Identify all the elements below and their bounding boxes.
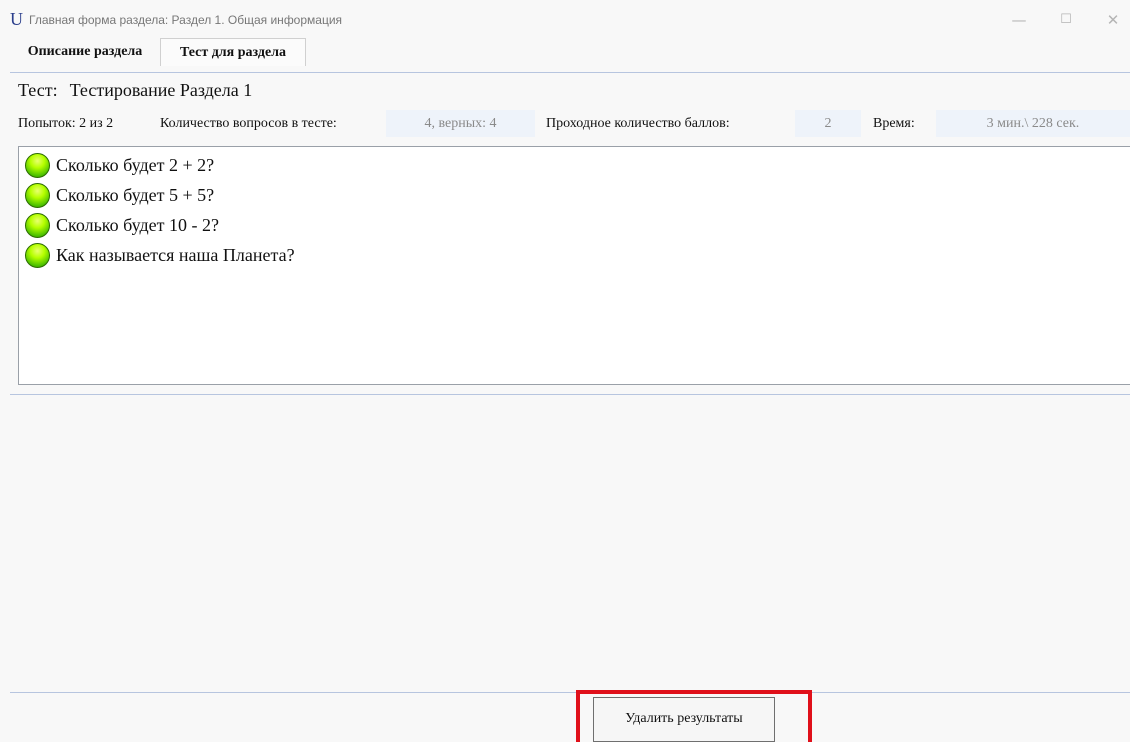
top-separator xyxy=(10,72,1130,73)
tab-section-description[interactable]: Описание раздела xyxy=(10,38,160,65)
tab-section-test[interactable]: Тест для раздела xyxy=(160,38,306,66)
middle-separator xyxy=(10,394,1130,395)
tab-strip: Описание раздела Тест для раздела xyxy=(0,38,1130,66)
green-dot-icon xyxy=(25,153,50,178)
questions-count-label: Количество вопросов в тесте: xyxy=(160,116,337,131)
green-dot-icon xyxy=(25,243,50,268)
window-title: Главная форма раздела: Раздел 1. Общая и… xyxy=(29,13,343,27)
minimize-button[interactable]: — xyxy=(1002,8,1036,32)
passing-score-value: 2 xyxy=(795,110,861,137)
question-text: Как называется наша Планета? xyxy=(56,245,295,265)
test-name: Тестирование Раздела 1 xyxy=(69,80,253,100)
green-dot-icon xyxy=(25,183,50,208)
passing-score-label: Проходное количество баллов: xyxy=(546,116,730,131)
question-text: Сколько будет 2 + 2? xyxy=(56,155,215,175)
time-label: Время: xyxy=(873,116,915,131)
maximize-button[interactable]: ☐ xyxy=(1049,8,1083,32)
question-text: Сколько будет 5 + 5? xyxy=(56,185,215,205)
question-text: Сколько будет 10 - 2? xyxy=(56,215,219,235)
test-heading: Тест: Тестирование Раздела 1 xyxy=(18,80,252,101)
green-dot-icon xyxy=(25,213,50,238)
time-value: 3 мин.\ 228 сек. xyxy=(936,110,1130,137)
test-label: Тест: xyxy=(18,80,58,100)
questions-count-value: 4, верных: 4 xyxy=(386,110,535,137)
bottom-separator xyxy=(10,692,1130,693)
questions-list[interactable]: Сколько будет 2 + 2? Сколько будет 5 + 5… xyxy=(18,146,1130,385)
attempts-label: Попыток: 2 из 2 xyxy=(18,116,114,131)
app-logo-icon: U xyxy=(10,9,23,29)
title-bar: U Главная форма раздела: Раздел 1. Общая… xyxy=(0,0,1130,38)
delete-results-button[interactable]: Удалить результаты xyxy=(593,697,775,742)
close-button[interactable]: ✕ xyxy=(1096,8,1130,32)
